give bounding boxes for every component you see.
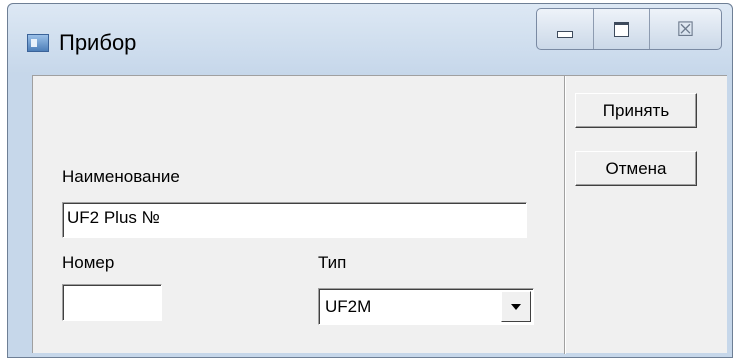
type-select[interactable]: UF2M (318, 288, 534, 325)
minimize-icon (557, 30, 573, 38)
close-icon: ☒ (676, 18, 695, 41)
device-dialog-window: Прибор ☒ Принять Отмена Наименование UF2… (7, 3, 733, 358)
app-window-icon (27, 34, 49, 52)
number-label: Номер (62, 253, 115, 272)
cancel-button[interactable]: Отмена (575, 151, 697, 186)
type-dropdown-button[interactable] (501, 291, 531, 322)
name-label: Наименование (62, 167, 180, 186)
close-button[interactable]: ☒ (649, 9, 721, 49)
vertical-separator (564, 76, 565, 354)
maximize-icon (614, 21, 629, 37)
dialog-client-area: Принять Отмена Наименование UF2 Plus № Н… (32, 75, 727, 354)
number-input[interactable] (62, 284, 162, 321)
maximize-button[interactable] (593, 9, 649, 49)
type-select-value: UF2M (325, 297, 372, 316)
minimize-button[interactable] (537, 9, 593, 49)
window-title: Прибор (59, 30, 137, 55)
title-bar[interactable]: Прибор ☒ (8, 4, 732, 74)
name-input[interactable]: UF2 Plus № (62, 202, 527, 238)
type-label: Тип (318, 253, 347, 272)
chevron-down-icon (511, 303, 521, 310)
window-controls: ☒ (536, 8, 722, 50)
accept-button[interactable]: Принять (575, 93, 697, 128)
